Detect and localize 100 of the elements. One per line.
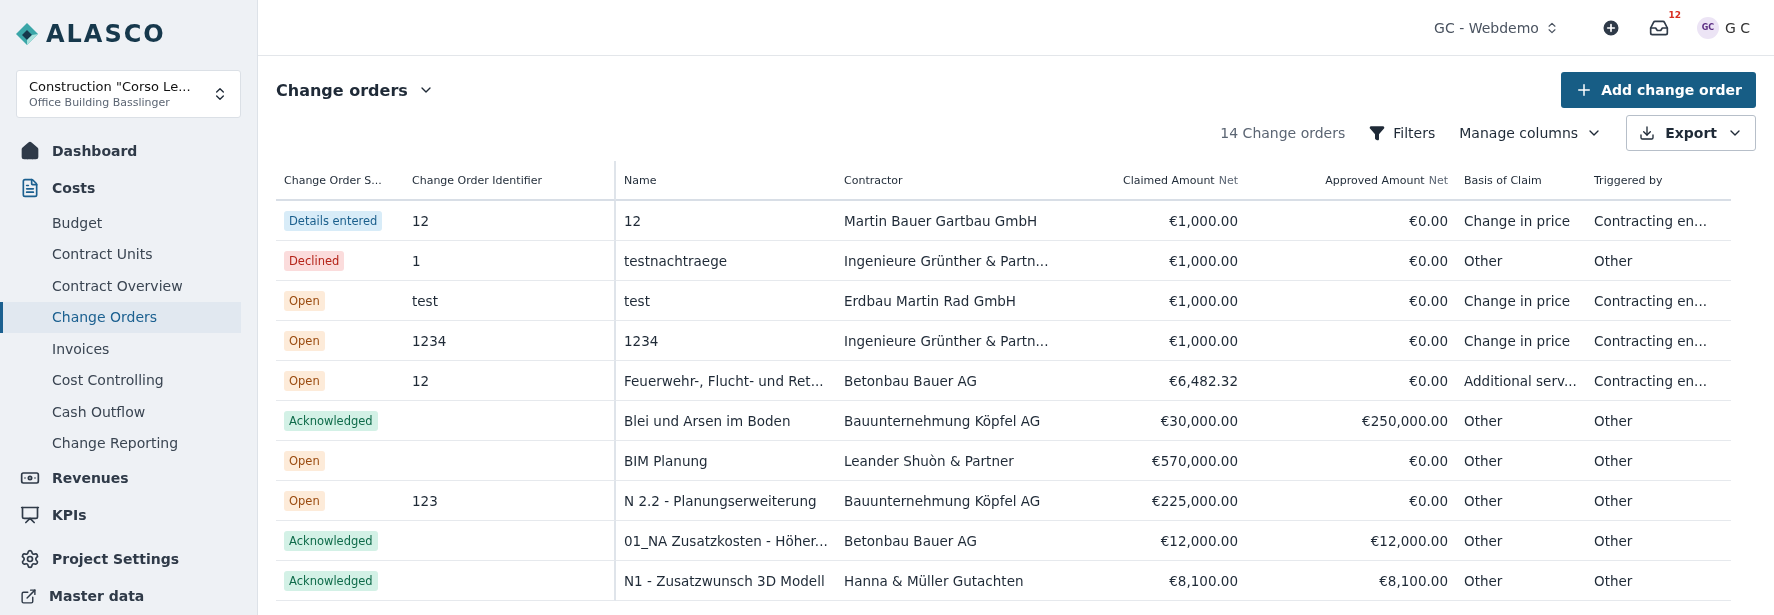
add-icon[interactable] [1600,17,1621,38]
nav-item[interactable]: Revenues [0,459,257,497]
cell-text: €6,482.32 [1169,372,1238,389]
column-header[interactable]: Name [616,161,836,201]
nav-item[interactable]: Master data [0,577,257,615]
column-header[interactable]: Triggered by [1586,161,1731,201]
home-icon [20,140,40,161]
manage-columns-button[interactable]: Manage columns [1459,125,1603,141]
cell-text: €225,000.00 [1152,492,1238,509]
status-badge: Open [284,330,325,351]
cell-text: 12 [624,212,642,229]
nav-subitem[interactable]: Change Reporting [0,427,241,460]
cell-text: Contracting en... [1594,212,1707,229]
project-subtitle: Office Building Basslinger [29,96,171,109]
column-header[interactable]: Approved Amount Net [1246,161,1456,201]
notification-count: 12 [1668,9,1681,20]
column-title: Triggered by [1594,173,1663,187]
cell-text: Blei und Arsen im Boden [624,412,791,429]
nav-subitem[interactable]: Budget [0,206,241,239]
column-suffix: Net [1428,173,1448,187]
project-title: Construction "Corso Le... [29,79,191,94]
filters-button[interactable]: Filters [1369,125,1436,141]
cell-text: €12,000.00 [1160,532,1238,549]
cell-text: Martin Bauer Gartbau GmbH [844,212,1038,229]
column-header[interactable]: Claimed Amount Net [1036,161,1246,201]
cell-text: Additional serv... [1464,372,1577,389]
column-header[interactable]: Contractor [836,161,1036,201]
status-badge: Open [284,490,325,511]
cell-text: Other [1594,572,1633,589]
nav-subitem[interactable]: Invoices [0,333,241,365]
cell-text: Other [1464,572,1503,589]
nav-item[interactable]: Dashboard [0,132,257,170]
workspace-selector[interactable]: GC - Webdemo [1428,18,1565,37]
cell-text: Other [1464,252,1503,269]
nav-item[interactable]: Project Settings [0,540,257,578]
cell-text: 1234 [624,332,659,349]
export-button[interactable]: Export [1626,115,1756,151]
cell-text: Erdbau Martin Rad GmbH [844,292,1016,309]
status-badge: Acknowledged [284,530,378,551]
brand-name: ALASCO [46,20,166,48]
nav-subitem[interactable]: Contract Overview [0,269,241,302]
cell-text: €570,000.00 [1152,452,1238,469]
cell-text: €1,000.00 [1169,212,1238,229]
cell-text: test [412,292,438,309]
nav-subitem[interactable]: Cost Controlling [0,364,241,397]
record-count: 14 Change orders [1220,125,1346,141]
nav-subitem[interactable]: Contract Units [0,238,241,270]
status-badge: Details entered [284,210,383,231]
column-header[interactable]: Change Order S... [276,161,404,201]
cell-text: 01_NA Zusatzkosten - Höher... [624,532,828,549]
cell-text: Feuerwehr-, Flucht- und Ret... [624,372,824,389]
cell-text: Other [1594,412,1633,429]
column-title: Basis of Claim [1464,173,1542,187]
cell-text: Leander Shuòn & Partner [844,452,1014,469]
cell-text: Change in price [1464,212,1571,229]
status-badge: Open [284,290,325,311]
cell-text: €0.00 [1409,372,1448,389]
cell-text: Ingenieure Grünther & Partn... [844,332,1049,349]
cell-text: Ingenieure Grünther & Partn... [844,252,1049,269]
project-selector[interactable]: Construction "Corso Le... Office Building Basslinger [16,70,241,118]
cell-text: €30,000.00 [1160,412,1238,429]
cell-text: €0.00 [1409,492,1448,509]
status-badge: Open [284,370,325,391]
user-menu[interactable]: GC G C [1696,16,1750,39]
nav-item[interactable]: KPIs [0,496,257,535]
cell-text: Change in price [1464,292,1571,309]
status-badge: Acknowledged [284,410,378,431]
settings-icon [20,548,40,569]
page-title-dropdown[interactable]: Change orders [276,80,434,100]
nav-subitem[interactable]: Change Orders [0,301,241,334]
cell-text: 12 [412,372,430,389]
cell-text: Betonbau Bauer AG [844,372,978,389]
cell-text: €8,100.00 [1379,572,1448,589]
cell-text: Bauunternehmung Köpfel AG [844,412,1041,429]
column-title: Change Order Identifier [412,173,542,187]
cell-text: Betonbau Bauer AG [844,532,978,549]
chart-board-icon [20,505,40,526]
nav-item[interactable]: Costs [0,169,257,207]
cell-text: €0.00 [1409,332,1448,349]
column-suffix: Net [1218,173,1238,187]
cell-text: Contracting en... [1594,292,1707,309]
column-header[interactable]: Change Order Identifier [404,161,616,201]
logo-icon [16,23,38,45]
cell-text: 1 [412,252,421,269]
add-change-order-button[interactable]: Add change order [1561,72,1756,108]
cell-text: Other [1464,412,1503,429]
avatar: GC [1696,16,1719,39]
cell-text: €1,000.00 [1169,332,1238,349]
cell-text: €1,000.00 [1169,252,1238,269]
column-title: Contractor [844,173,903,187]
cell-text: Other [1594,452,1633,469]
cell-text: Other [1594,252,1633,269]
cell-text: Other [1464,532,1503,549]
cell-text: 12 [412,212,430,229]
column-header[interactable]: Basis of Claim [1456,161,1586,201]
cell-text: Change in price [1464,332,1571,349]
cell-text: 123 [412,492,438,509]
cell-text: €12,000.00 [1370,532,1448,549]
nav-subitem[interactable]: Cash Outflow [0,396,241,428]
cell-text: €0.00 [1409,292,1448,309]
